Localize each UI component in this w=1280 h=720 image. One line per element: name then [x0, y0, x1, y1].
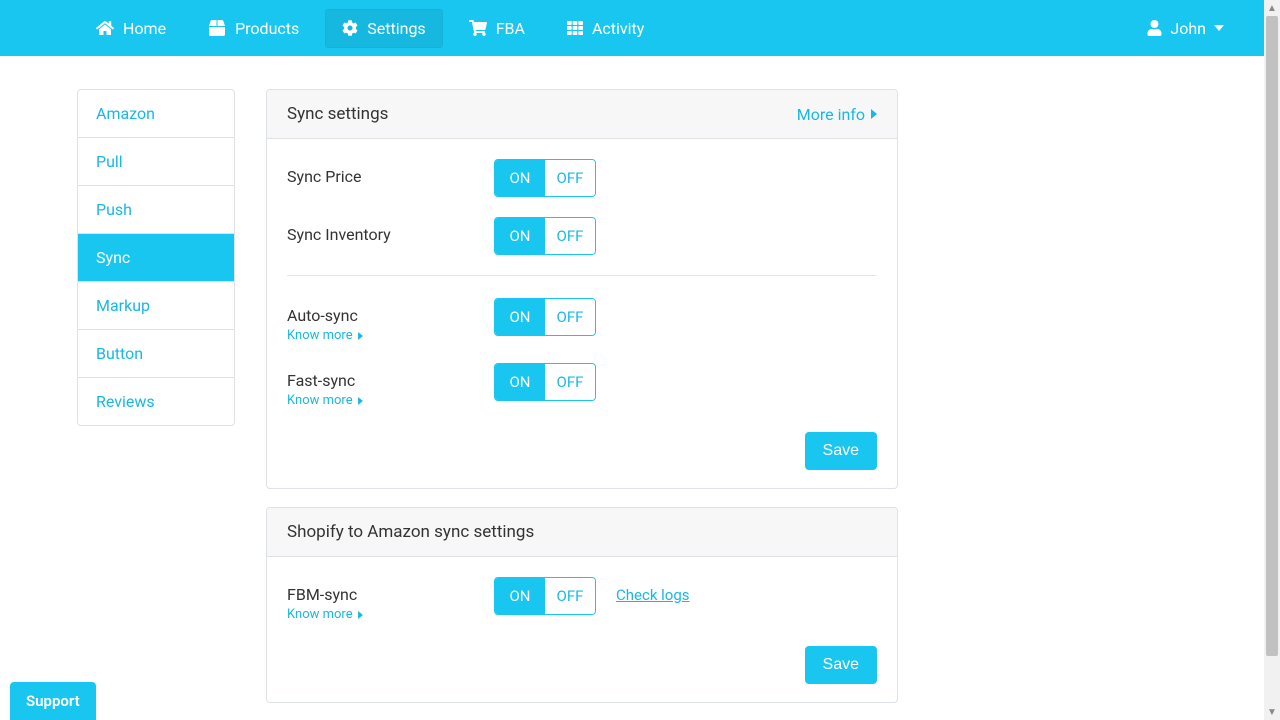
toggle-on[interactable]: ON [495, 364, 545, 400]
panel-shopify-amazon: Shopify to Amazon sync settings FBM-sync… [266, 507, 898, 703]
more-info-link[interactable]: More info [797, 105, 877, 124]
toggle-sync-inventory[interactable]: ON OFF [494, 217, 596, 255]
panel-header: Shopify to Amazon sync settings [267, 508, 897, 557]
nav-activity-label: Activity [592, 19, 644, 38]
sidebar-item-amazon[interactable]: Amazon [78, 90, 234, 138]
main-area: Amazon Pull Push Sync Markup Button Revi… [0, 56, 1264, 720]
nav-settings-label: Settings [367, 19, 425, 38]
top-nav: Home Products Settings FBA Activity [0, 0, 1264, 56]
sidebar-item-button[interactable]: Button [78, 330, 234, 378]
toggle-sync-price[interactable]: ON OFF [494, 159, 596, 197]
cart-icon [469, 20, 487, 36]
row-auto-sync: Auto-sync Know more ON OFF [287, 298, 877, 343]
panel-title: Sync settings [287, 104, 388, 124]
toggle-on[interactable]: ON [495, 299, 545, 335]
sidebar-item-markup[interactable]: Markup [78, 282, 234, 330]
toggle-off[interactable]: OFF [545, 218, 595, 254]
label-auto-sync: Auto-sync Know more [287, 298, 494, 343]
nav-settings[interactable]: Settings [325, 9, 442, 48]
user-name: John [1170, 19, 1206, 38]
caret-down-icon [1214, 25, 1224, 31]
nav-fba-label: FBA [496, 19, 525, 38]
know-more-fbm-sync[interactable]: Know more [287, 607, 494, 622]
divider [287, 275, 877, 276]
panel-body: FBM-sync Know more ON OFF Check logs [267, 557, 897, 646]
nav-home-label: Home [123, 19, 166, 38]
panel-header: Sync settings More info [267, 90, 897, 139]
user-icon [1147, 20, 1162, 36]
panel-footer: Save [267, 646, 897, 702]
list-icon [567, 20, 583, 36]
row-fast-sync: Fast-sync Know more ON OFF [287, 363, 877, 408]
support-button[interactable]: Support [10, 682, 96, 720]
home-icon [96, 20, 114, 36]
toggle-fast-sync[interactable]: ON OFF [494, 363, 596, 401]
label-fast-sync: Fast-sync Know more [287, 363, 494, 408]
save-button[interactable]: Save [805, 646, 877, 684]
nav-left: Home Products Settings FBA Activity [80, 9, 670, 48]
toggle-off[interactable]: OFF [545, 578, 595, 614]
row-sync-price: Sync Price ON OFF [287, 159, 877, 197]
toggle-off[interactable]: OFF [545, 160, 595, 196]
label-fbm-sync: FBM-sync Know more [287, 577, 494, 622]
panel-sync-settings: Sync settings More info Sync Price ON OF… [266, 89, 898, 489]
toggle-on[interactable]: ON [495, 160, 545, 196]
label-sync-price: Sync Price [287, 159, 494, 186]
toggle-on[interactable]: ON [495, 218, 545, 254]
nav-activity[interactable]: Activity [551, 10, 660, 47]
user-menu[interactable]: John [1147, 19, 1224, 38]
toggle-off[interactable]: OFF [545, 364, 595, 400]
sidebar: Amazon Pull Push Sync Markup Button Revi… [77, 89, 235, 426]
nav-fba[interactable]: FBA [453, 10, 541, 47]
panel-body: Sync Price ON OFF Sync Inventory ON OFF [267, 139, 897, 432]
save-button[interactable]: Save [805, 432, 877, 470]
caret-right-icon [871, 109, 877, 119]
toggle-auto-sync[interactable]: ON OFF [494, 298, 596, 336]
check-logs-link[interactable]: Check logs [616, 577, 690, 604]
know-more-fast-sync[interactable]: Know more [287, 393, 494, 408]
content: Sync settings More info Sync Price ON OF… [266, 89, 898, 720]
label-sync-inventory: Sync Inventory [287, 217, 494, 244]
nav-products-label: Products [235, 19, 299, 38]
sidebar-item-reviews[interactable]: Reviews [78, 378, 234, 425]
sidebar-item-pull[interactable]: Pull [78, 138, 234, 186]
nav-products[interactable]: Products [192, 10, 315, 47]
box-icon [208, 20, 226, 36]
gear-icon [342, 20, 358, 36]
panel-footer: Save [267, 432, 897, 488]
row-sync-inventory: Sync Inventory ON OFF [287, 217, 877, 255]
nav-home[interactable]: Home [80, 10, 182, 47]
toggle-fbm-sync[interactable]: ON OFF [494, 577, 596, 615]
toggle-off[interactable]: OFF [545, 299, 595, 335]
sidebar-item-sync[interactable]: Sync [78, 234, 234, 282]
sidebar-item-push[interactable]: Push [78, 186, 234, 234]
know-more-auto-sync[interactable]: Know more [287, 328, 494, 343]
row-fbm-sync: FBM-sync Know more ON OFF Check logs [287, 577, 877, 622]
panel-title: Shopify to Amazon sync settings [287, 522, 534, 542]
toggle-on[interactable]: ON [495, 578, 545, 614]
